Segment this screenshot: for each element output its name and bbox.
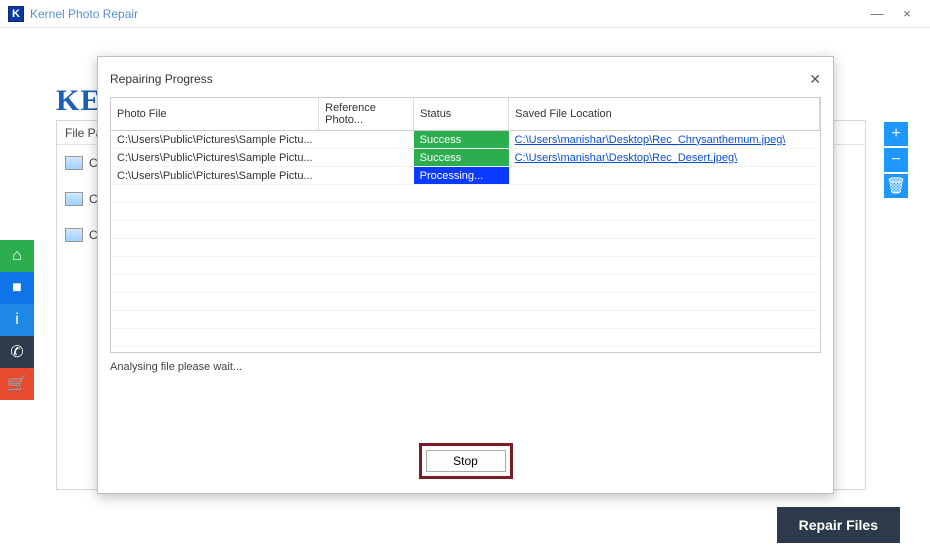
minimize-button[interactable]: — [862,4,892,24]
brand-logo: KE [56,84,101,118]
cell-reference [319,131,414,149]
table-row-empty [111,275,820,293]
left-toolbar: ⌂ ■ i ✆ 🛒 [0,240,34,400]
cell-reference [319,149,414,167]
cell-saved-location [509,167,820,185]
repairing-progress-dialog: Repairing Progress ✕ Photo File Referenc… [97,56,834,494]
delete-file-button[interactable]: 🗑 [884,174,908,198]
dialog-header: Repairing Progress ✕ [98,57,833,91]
cell-reference [319,167,414,185]
cell-saved-location: C:\Users\manishar\Desktop\Rec_Chrysanthe… [509,131,820,149]
cell-status: Success [414,131,509,149]
table-row[interactable]: C:\Users\Public\Pictures\Sample Pictu...… [111,167,820,185]
bottom-bar: Repair Files [0,494,930,556]
saved-file-link[interactable]: C:\Users\manishar\Desktop\Rec_Chrysanthe… [515,134,786,146]
progress-table: Photo File Reference Photo... Status Sav… [110,97,821,353]
col-photo-file[interactable]: Photo File [111,98,319,131]
table-row-empty [111,311,820,329]
dialog-title: Repairing Progress [110,72,809,86]
remove-file-button[interactable]: − [884,148,908,172]
close-window-button[interactable]: × [892,4,922,24]
app-icon: K [8,6,24,22]
image-thumb-icon [65,192,83,206]
table-row-empty [111,185,820,203]
image-thumb-icon [65,228,83,242]
add-file-button[interactable]: + [884,122,908,146]
col-saved-location[interactable]: Saved File Location [509,98,820,131]
table-row[interactable]: C:\Users\Public\Pictures\Sample Pictu...… [111,149,820,167]
table-row-empty [111,257,820,275]
table-row-empty [111,239,820,257]
info-icon[interactable]: i [0,304,34,336]
right-toolbar: + − 🗑 [884,122,908,200]
table-row-empty [111,347,820,354]
close-icon[interactable]: ✕ [809,71,821,88]
table-row[interactable]: C:\Users\Public\Pictures\Sample Pictu...… [111,131,820,149]
image-thumb-icon [65,156,83,170]
table-row-empty [111,221,820,239]
analysis-status-text: Analysing file please wait... [110,361,821,373]
stop-highlight-box: Stop [419,443,513,479]
table-row-empty [111,293,820,311]
camera-icon[interactable]: ■ [0,272,34,304]
cart-icon[interactable]: 🛒 [0,368,34,400]
cell-photo-file: C:\Users\Public\Pictures\Sample Pictu... [111,149,319,167]
phone-icon[interactable]: ✆ [0,336,34,368]
cell-status: Success [414,149,509,167]
home-icon[interactable]: ⌂ [0,240,34,272]
cell-photo-file: C:\Users\Public\Pictures\Sample Pictu... [111,131,319,149]
cell-saved-location: C:\Users\manishar\Desktop\Rec_Desert.jpe… [509,149,820,167]
col-status[interactable]: Status [414,98,509,131]
titlebar: K Kernel Photo Repair — × [0,0,930,28]
cell-status: Processing... [414,167,509,185]
cell-photo-file: C:\Users\Public\Pictures\Sample Pictu... [111,167,319,185]
dialog-footer: Stop [98,373,833,493]
repair-files-button[interactable]: Repair Files [777,507,900,543]
stop-button[interactable]: Stop [426,450,506,472]
saved-file-link[interactable]: C:\Users\manishar\Desktop\Rec_Desert.jpe… [515,152,738,164]
col-reference-photo[interactable]: Reference Photo... [319,98,414,131]
table-row-empty [111,203,820,221]
table-row-empty [111,329,820,347]
app-title: Kernel Photo Repair [30,7,862,21]
